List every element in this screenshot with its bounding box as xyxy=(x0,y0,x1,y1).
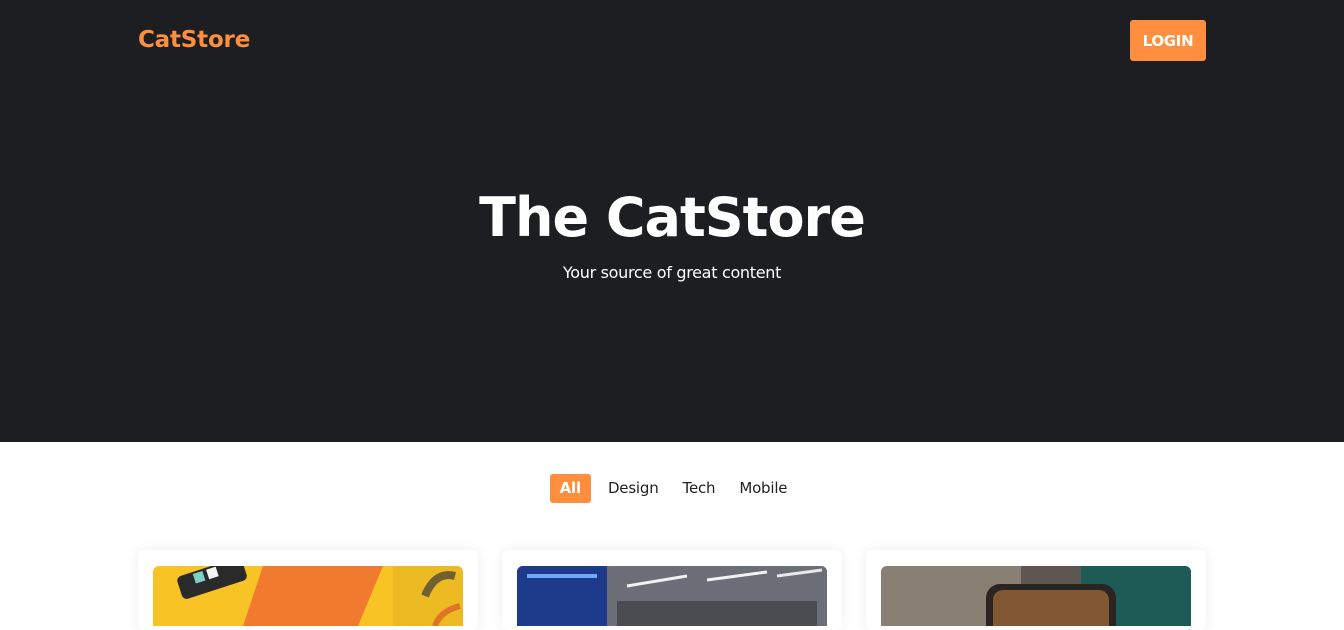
filter-design[interactable]: Design xyxy=(601,474,666,503)
product-card-image[interactable] xyxy=(881,566,1191,626)
login-button[interactable]: LOGIN xyxy=(1130,20,1206,61)
hero-title: The CatStore xyxy=(479,186,866,249)
filter-all[interactable]: All xyxy=(549,474,591,503)
brand-logo[interactable]: CatStore xyxy=(138,24,250,56)
hero-subtitle: Your source of great content xyxy=(562,263,782,282)
product-card-image[interactable] xyxy=(517,566,827,626)
category-filters: All Design Tech Mobile xyxy=(0,474,1344,503)
filter-mobile[interactable]: Mobile xyxy=(732,474,794,503)
product-card-image[interactable] xyxy=(153,566,463,626)
hero-section: CatStore LOGIN The CatStore Your source … xyxy=(0,0,1344,442)
product-card-2[interactable] xyxy=(502,550,842,630)
filter-tech[interactable]: Tech xyxy=(676,474,723,503)
product-card-1[interactable] xyxy=(138,550,478,630)
product-card-3[interactable] xyxy=(866,550,1206,630)
